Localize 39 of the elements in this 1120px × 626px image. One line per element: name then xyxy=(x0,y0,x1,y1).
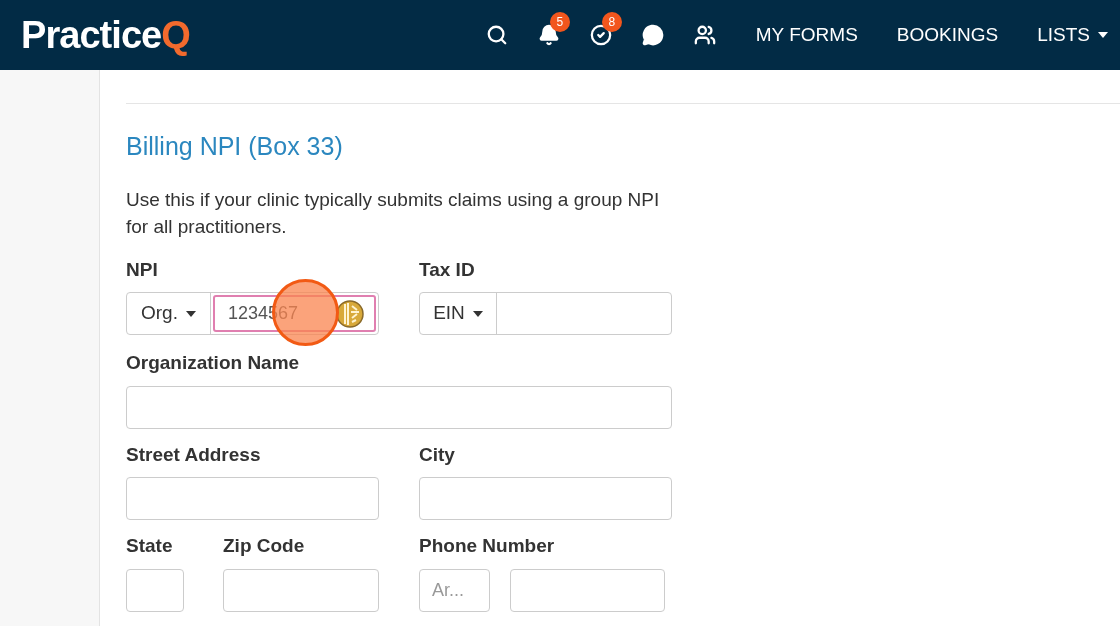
search-icon xyxy=(485,24,508,46)
field-label: Phone Number xyxy=(419,534,556,558)
bell-icon xyxy=(537,24,560,46)
people-icon xyxy=(693,24,716,46)
count-badge: 5 xyxy=(549,12,570,32)
field-label: NPI xyxy=(126,257,159,282)
input-field[interactable] xyxy=(126,568,184,612)
section-title: Billing NPI (Box 33) xyxy=(126,131,344,162)
input-field[interactable] xyxy=(510,568,665,612)
people-button[interactable] xyxy=(693,24,716,46)
chat-bubble-button[interactable] xyxy=(641,24,664,46)
type-dropdown[interactable]: EIN xyxy=(420,293,497,334)
check-circle-icon xyxy=(589,24,612,46)
field-label: Zip Code xyxy=(223,534,306,558)
field-label: State xyxy=(126,534,174,558)
logo[interactable]: PracticeQ xyxy=(21,6,190,64)
section-description: Use this if your clinic typically submits claims using a group NPI for all practitioners. xyxy=(126,187,661,239)
field-label: Street Address xyxy=(126,442,262,467)
caret-icon xyxy=(185,310,196,317)
input-field[interactable] xyxy=(419,477,672,520)
caret-icon xyxy=(472,310,483,317)
input-field[interactable] xyxy=(126,385,672,429)
field-label: Organization Name xyxy=(126,351,301,375)
caret-icon xyxy=(1098,32,1108,38)
nav-link[interactable]: MY FORMS xyxy=(755,20,858,50)
bell-button[interactable] xyxy=(537,24,560,46)
input-field[interactable] xyxy=(223,568,379,612)
input-field[interactable]: Ar... xyxy=(419,568,490,612)
search-button[interactable] xyxy=(485,24,508,46)
count-badge: 8 xyxy=(601,12,622,32)
type-dropdown[interactable]: Org. xyxy=(127,293,211,334)
check-circle-button[interactable] xyxy=(589,24,612,46)
field-label: Tax ID xyxy=(419,257,476,282)
nav-link[interactable]: BOOKINGS xyxy=(896,20,999,50)
password-manager-icon[interactable] xyxy=(336,300,364,328)
chat-bubble-icon xyxy=(641,24,664,46)
nav-link[interactable]: LISTS xyxy=(1037,20,1108,50)
input-field[interactable] xyxy=(126,477,379,520)
field-label: City xyxy=(419,442,456,467)
